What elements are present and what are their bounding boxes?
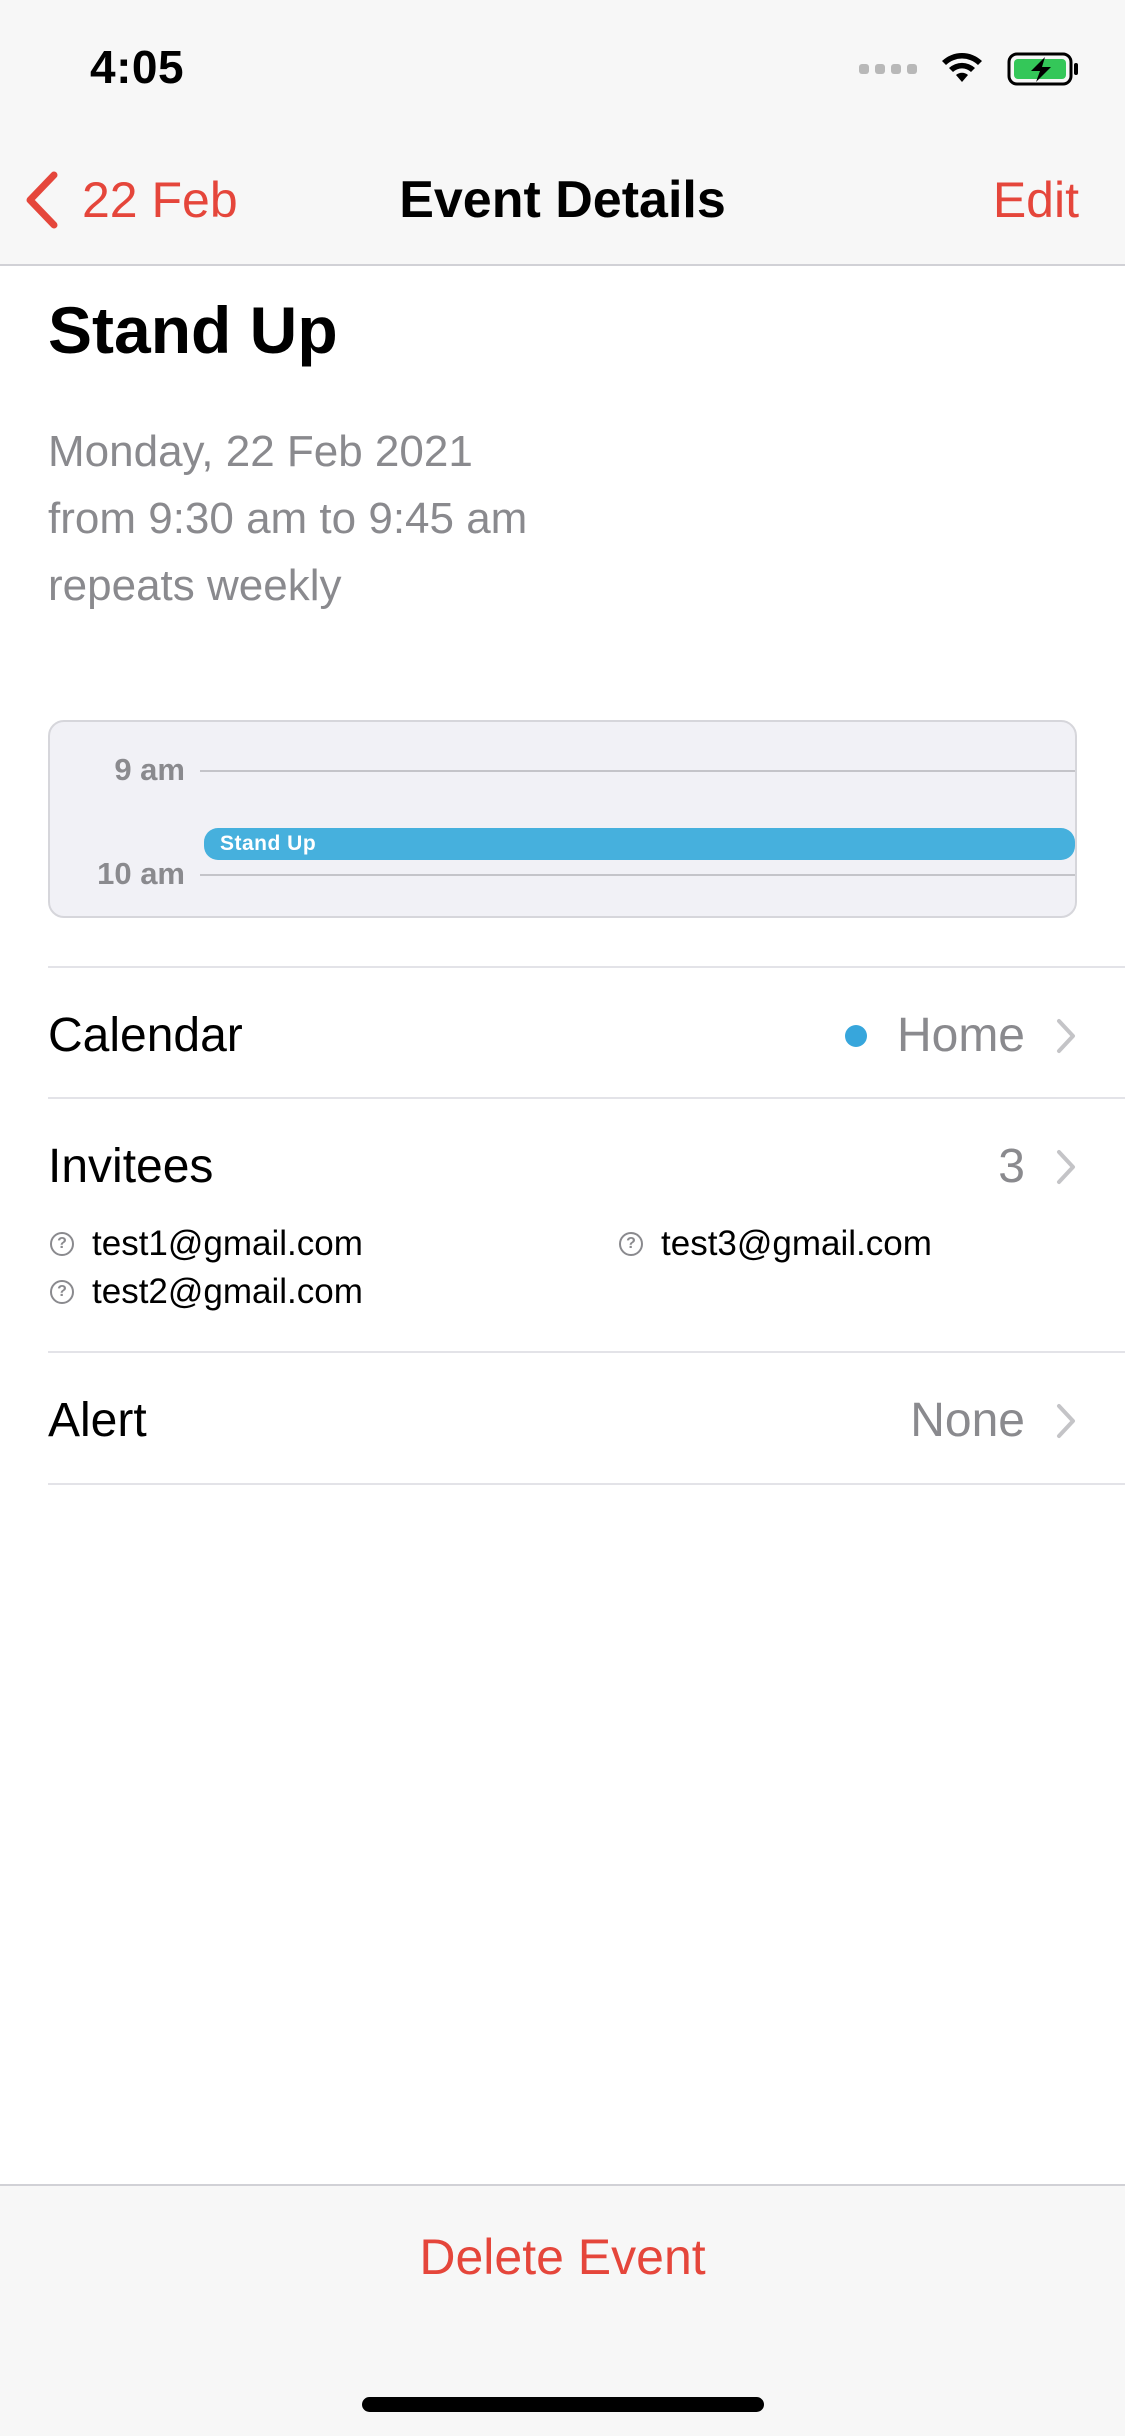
day-timeline-preview[interactable]: 9 am 10 am Stand Up: [48, 720, 1077, 918]
status-icons: [859, 48, 1081, 90]
invitees-count-value: 3: [998, 1139, 1077, 1194]
status-bar: 4:05: [0, 0, 1125, 138]
event-details-screen: 4:05 22 Feb Event Details Edit Stand Up …: [0, 0, 1125, 2436]
invitee-email: test2@gmail.com: [92, 1272, 363, 1311]
question-circle-icon: ?: [50, 1232, 74, 1256]
edit-button[interactable]: Edit: [993, 160, 1079, 240]
page-title: Event Details: [399, 171, 726, 229]
timeline-event-block[interactable]: Stand Up: [204, 828, 1075, 860]
delete-event-button[interactable]: Delete Event: [0, 2228, 1125, 2286]
bottom-toolbar: Delete Event: [0, 2184, 1125, 2436]
question-circle-icon: ?: [619, 1232, 643, 1256]
calendar-row[interactable]: Calendar Home: [48, 966, 1125, 1098]
calendar-row-label: Calendar: [48, 1009, 243, 1062]
event-time-range: from 9:30 am to 9:45 am: [48, 494, 528, 543]
timeline-hour-line: [200, 770, 1075, 772]
event-repeat: repeats weekly: [48, 561, 342, 610]
alert-row[interactable]: Alert None: [48, 1351, 1125, 1483]
alert-row-value: None: [910, 1393, 1077, 1448]
invitee-email: test3@gmail.com: [661, 1224, 932, 1263]
chevron-right-icon: [1057, 1018, 1075, 1053]
calendar-name: Home: [896, 1009, 1025, 1062]
cellular-signal-icon: [859, 64, 917, 74]
invitees-row-label: Invitees: [48, 1140, 214, 1193]
timeline-hour-label: 10 am: [97, 856, 185, 891]
invitee-item[interactable]: ? test2@gmail.com: [50, 1272, 363, 1312]
event-date: Monday, 22 Feb 2021: [48, 427, 473, 476]
calendar-row-value: Home: [844, 1008, 1077, 1063]
invitee-item[interactable]: ? test1@gmail.com: [50, 1224, 363, 1264]
list-divider: [48, 1483, 1125, 1485]
invitee-email: test1@gmail.com: [92, 1224, 363, 1263]
alert-row-label: Alert: [48, 1394, 147, 1447]
status-time: 4:05: [90, 41, 185, 93]
invitees-count: 3: [998, 1140, 1025, 1193]
invitee-item[interactable]: ? test3@gmail.com: [619, 1224, 932, 1264]
event-title: Stand Up: [48, 293, 338, 367]
timeline-hour-line: [200, 874, 1075, 876]
event-meta: Monday, 22 Feb 2021 from 9:30 am to 9:45…: [48, 418, 527, 619]
invitees-row[interactable]: Invitees 3 ? test1@gmail.com ? test2@gma…: [48, 1097, 1125, 1353]
calendar-color-dot: [844, 1024, 867, 1047]
question-circle-icon: ?: [50, 1280, 74, 1304]
battery-charging-icon: [1007, 52, 1078, 86]
chevron-right-icon: [1057, 1403, 1075, 1438]
navigation-bar: 22 Feb Event Details Edit: [0, 138, 1125, 266]
wifi-icon: [942, 53, 982, 82]
alert-value: None: [910, 1394, 1025, 1447]
chevron-right-icon: [1057, 1149, 1075, 1184]
home-indicator[interactable]: [362, 2397, 764, 2412]
timeline-hour-label: 9 am: [114, 752, 185, 787]
